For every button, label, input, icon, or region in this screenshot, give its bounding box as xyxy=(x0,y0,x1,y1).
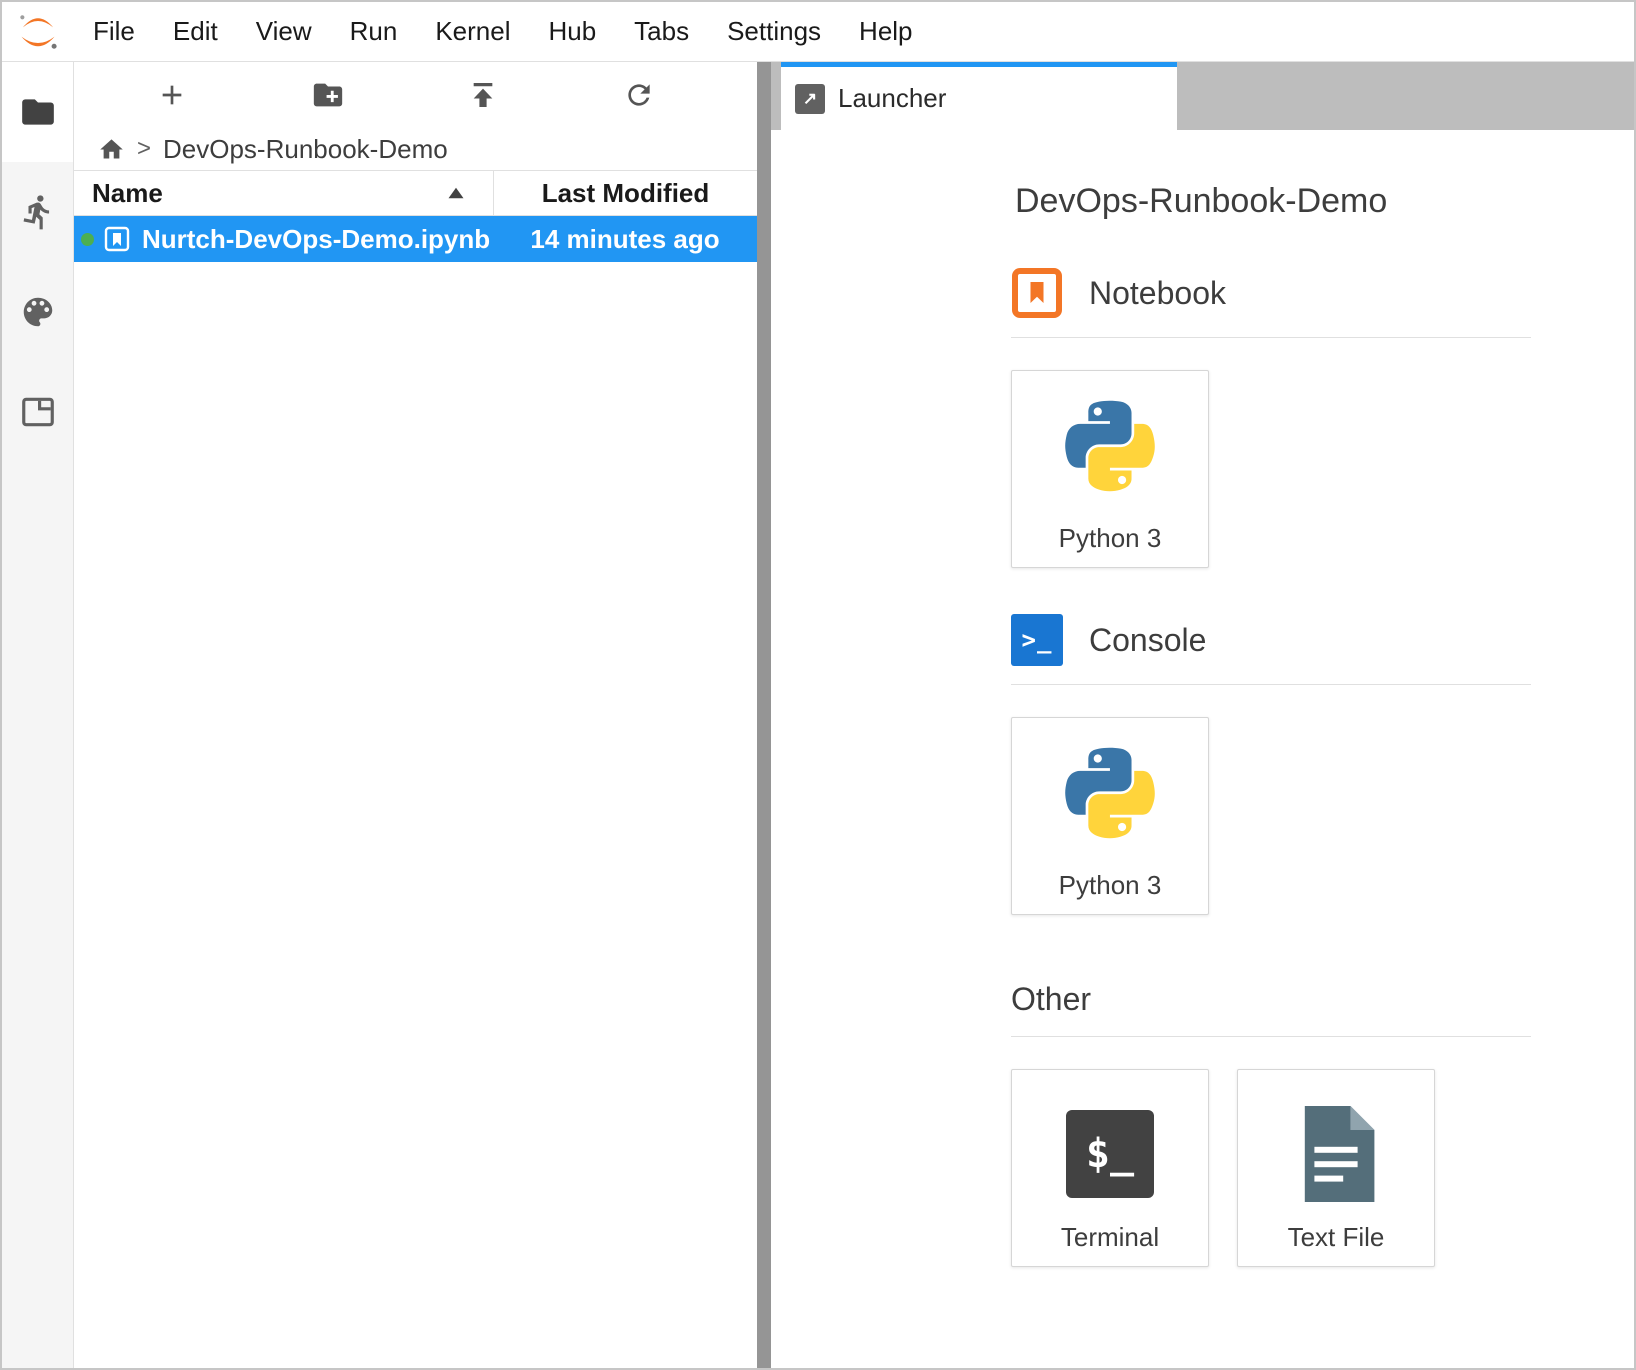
console-icon: >_ xyxy=(1011,614,1063,666)
menu-edit[interactable]: Edit xyxy=(154,16,237,47)
text-file-icon xyxy=(1297,1106,1375,1202)
tabs-icon xyxy=(19,393,57,431)
new-launcher-button[interactable] xyxy=(149,72,195,118)
card-label-text-file: Text File xyxy=(1238,1222,1434,1253)
launcher-section-notebook: Notebook Python 3 xyxy=(1011,267,1531,568)
left-sidebar xyxy=(2,62,74,1368)
notebook-section-header: Notebook xyxy=(1011,267,1531,319)
card-label-terminal: Terminal xyxy=(1012,1222,1208,1253)
file-listing: Nurtch-DevOps-Demo.ipynb 14 minutes ago xyxy=(74,216,757,1368)
terminal-icon: $_ xyxy=(1066,1110,1154,1198)
sort-ascending-icon[interactable] xyxy=(447,186,465,200)
column-name-label: Name xyxy=(92,178,163,209)
tab-launcher[interactable]: ↗ Launcher xyxy=(781,62,1177,130)
upload-button[interactable] xyxy=(460,72,506,118)
refresh-icon xyxy=(623,79,655,111)
menu-run[interactable]: Run xyxy=(331,16,417,47)
column-last-modified-label: Last Modified xyxy=(542,178,710,209)
kernel-running-indicator xyxy=(81,233,94,246)
file-name: Nurtch-DevOps-Demo.ipynb xyxy=(142,224,493,255)
launcher-section-other: Other $_ Terminal xyxy=(1011,981,1531,1267)
console-cards: Python 3 xyxy=(1011,717,1531,915)
launcher-title: DevOps-Runbook-Demo xyxy=(1015,182,1634,221)
refresh-button[interactable] xyxy=(616,72,662,118)
notebook-cards: Python 3 xyxy=(1011,370,1531,568)
main-dock-panel: ↗ Launcher DevOps-Runbook-Demo Notebook xyxy=(771,62,1634,1368)
upload-icon xyxy=(467,79,499,111)
tab-bar: ↗ Launcher xyxy=(771,62,1634,130)
menu-kernel[interactable]: Kernel xyxy=(416,16,529,47)
console-section-header: >_ Console xyxy=(1011,614,1531,666)
python-logo xyxy=(1054,746,1166,858)
section-divider xyxy=(1011,1036,1531,1037)
notebook-file-icon xyxy=(103,225,131,253)
new-folder-button[interactable] xyxy=(305,72,351,118)
card-label-python3: Python 3 xyxy=(1012,870,1208,901)
sidebar-tab-file-browser[interactable] xyxy=(2,62,73,162)
panel-splitter[interactable] xyxy=(757,62,771,1368)
menu-bar: File Edit View Run Kernel Hub Tabs Setti… xyxy=(2,2,1634,62)
file-list-header: Name Last Modified xyxy=(74,170,757,216)
home-icon[interactable] xyxy=(98,136,125,163)
file-browser-toolbar xyxy=(74,62,757,128)
menu-file[interactable]: File xyxy=(74,16,154,47)
card-label-python3: Python 3 xyxy=(1012,523,1208,554)
column-header-name[interactable]: Name xyxy=(74,171,493,215)
launcher-section-console: >_ Console Python 3 xyxy=(1011,614,1531,915)
section-divider xyxy=(1011,684,1531,685)
jupyter-logo-icon xyxy=(15,9,61,55)
running-person-icon xyxy=(19,193,57,231)
menu-view[interactable]: View xyxy=(237,16,331,47)
launcher-card-terminal[interactable]: $_ Terminal xyxy=(1011,1069,1209,1267)
menu-items: File Edit View Run Kernel Hub Tabs Setti… xyxy=(74,16,932,47)
breadcrumb-separator: > xyxy=(137,135,151,163)
console-section-label: Console xyxy=(1089,622,1206,659)
launcher-card-text-file[interactable]: Text File xyxy=(1237,1069,1435,1267)
plus-icon xyxy=(156,79,188,111)
notebook-icon xyxy=(1011,267,1063,319)
section-divider xyxy=(1011,337,1531,338)
python-logo xyxy=(1054,399,1166,511)
sidebar-tab-open-tabs[interactable] xyxy=(2,362,73,462)
file-row[interactable]: Nurtch-DevOps-Demo.ipynb 14 minutes ago xyxy=(74,216,757,262)
notebook-section-label: Notebook xyxy=(1089,275,1226,312)
file-last-modified: 14 minutes ago xyxy=(493,224,757,255)
launcher-card-console-python3[interactable]: Python 3 xyxy=(1011,717,1209,915)
other-section-label: Other xyxy=(1011,981,1091,1018)
menu-settings[interactable]: Settings xyxy=(708,16,840,47)
launcher-panel: DevOps-Runbook-Demo Notebook xyxy=(771,130,1634,1368)
other-cards: $_ Terminal xyxy=(1011,1069,1531,1267)
launcher-card-notebook-python3[interactable]: Python 3 xyxy=(1011,370,1209,568)
new-folder-icon xyxy=(311,78,345,112)
menu-tabs[interactable]: Tabs xyxy=(615,16,708,47)
menu-hub[interactable]: Hub xyxy=(529,16,615,47)
jupyter-logo[interactable] xyxy=(2,9,74,55)
sidebar-tab-running-sessions[interactable] xyxy=(2,162,73,262)
other-section-header: Other xyxy=(1011,981,1531,1018)
menu-help[interactable]: Help xyxy=(840,16,931,47)
jupyterlab-window: File Edit View Run Kernel Hub Tabs Setti… xyxy=(0,0,1636,1370)
breadcrumb: > DevOps-Runbook-Demo xyxy=(74,128,757,170)
tab-launcher-label: Launcher xyxy=(838,83,946,114)
breadcrumb-current-folder[interactable]: DevOps-Runbook-Demo xyxy=(163,134,448,165)
palette-icon xyxy=(19,293,57,331)
folder-icon xyxy=(19,93,57,131)
sidebar-tab-command-palette[interactable] xyxy=(2,262,73,362)
launcher-icon: ↗ xyxy=(795,84,825,114)
column-header-last-modified[interactable]: Last Modified xyxy=(493,171,757,215)
file-browser-panel: > DevOps-Runbook-Demo Name Last Modified xyxy=(74,62,757,1368)
workspace-body: > DevOps-Runbook-Demo Name Last Modified xyxy=(2,62,1634,1368)
